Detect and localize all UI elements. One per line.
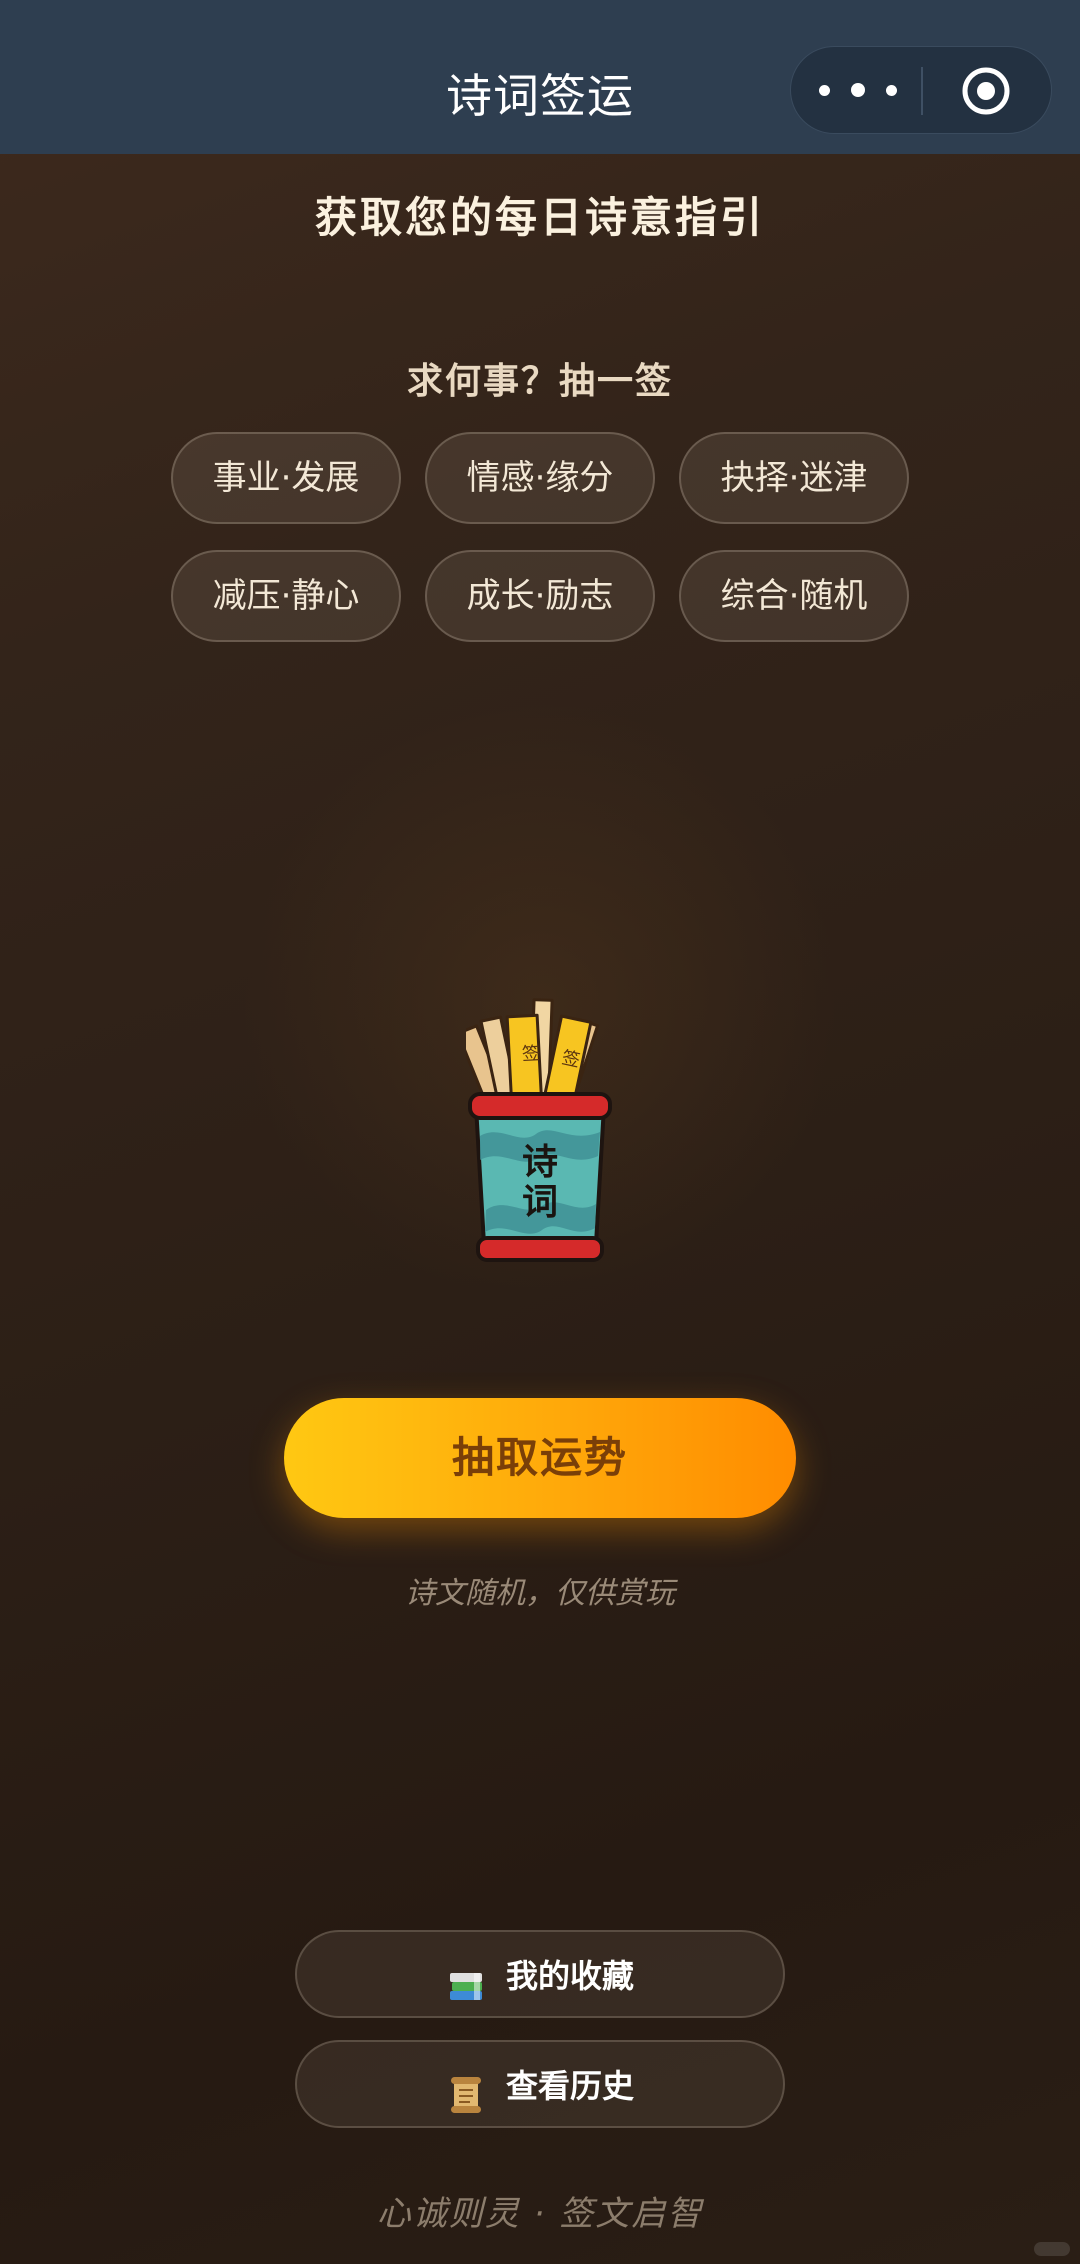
category-love-chip[interactable]: 情感·缘分 <box>425 432 655 524</box>
navigation-bar: 诗词签运 <box>0 0 1080 154</box>
corner-watermark <box>1034 2242 1070 2256</box>
scroll-icon <box>446 2062 486 2113</box>
pot-label-text: 词 <box>522 1181 558 1223</box>
more-dot-icon <box>886 85 897 96</box>
close-mini-program-button[interactable] <box>961 66 1011 116</box>
more-options-button[interactable] <box>817 47 917 133</box>
category-prompt: 求何事？抽一签 <box>406 361 673 402</box>
headline: 获取您的每日诗意指引 <box>314 193 765 242</box>
category-random-chip[interactable]: 综合·随机 <box>679 550 909 642</box>
stick-label-text: 签 <box>521 1043 540 1065</box>
target-icon <box>962 67 1010 115</box>
books-icon <box>446 1952 486 2000</box>
category-relax-chip[interactable]: 减压·静心 <box>171 550 401 642</box>
category-growth-chip[interactable]: 成长·励志 <box>425 550 655 642</box>
view-history-label: 查看历史 <box>505 2067 634 2105</box>
more-dot-icon <box>819 85 830 96</box>
category-decision-chip[interactable]: 抉择·迷津 <box>679 432 909 524</box>
disclaimer-note: 诗文随机，仅供赏玩 <box>405 1576 675 1611</box>
my-favorites-label: 我的收藏 <box>505 1957 634 1995</box>
more-dot-icon <box>851 83 865 97</box>
view-history-button[interactable]: 查看历史 <box>295 2040 785 2128</box>
capsule-divider <box>921 67 923 115</box>
category-career-chip[interactable]: 事业·发展 <box>171 432 401 524</box>
draw-fortune-button[interactable]: 抽取运势 <box>284 1398 796 1518</box>
pot-label-text: 诗 <box>522 1141 558 1183</box>
fortune-stick-pot-illustration: 签 签 诗 词 <box>456 996 614 1266</box>
mini-program-capsule <box>790 46 1052 134</box>
footer-slogan: 心诚则灵 · 签文启智 <box>376 2194 704 2234</box>
my-favorites-button[interactable]: 我的收藏 <box>295 1930 785 2018</box>
